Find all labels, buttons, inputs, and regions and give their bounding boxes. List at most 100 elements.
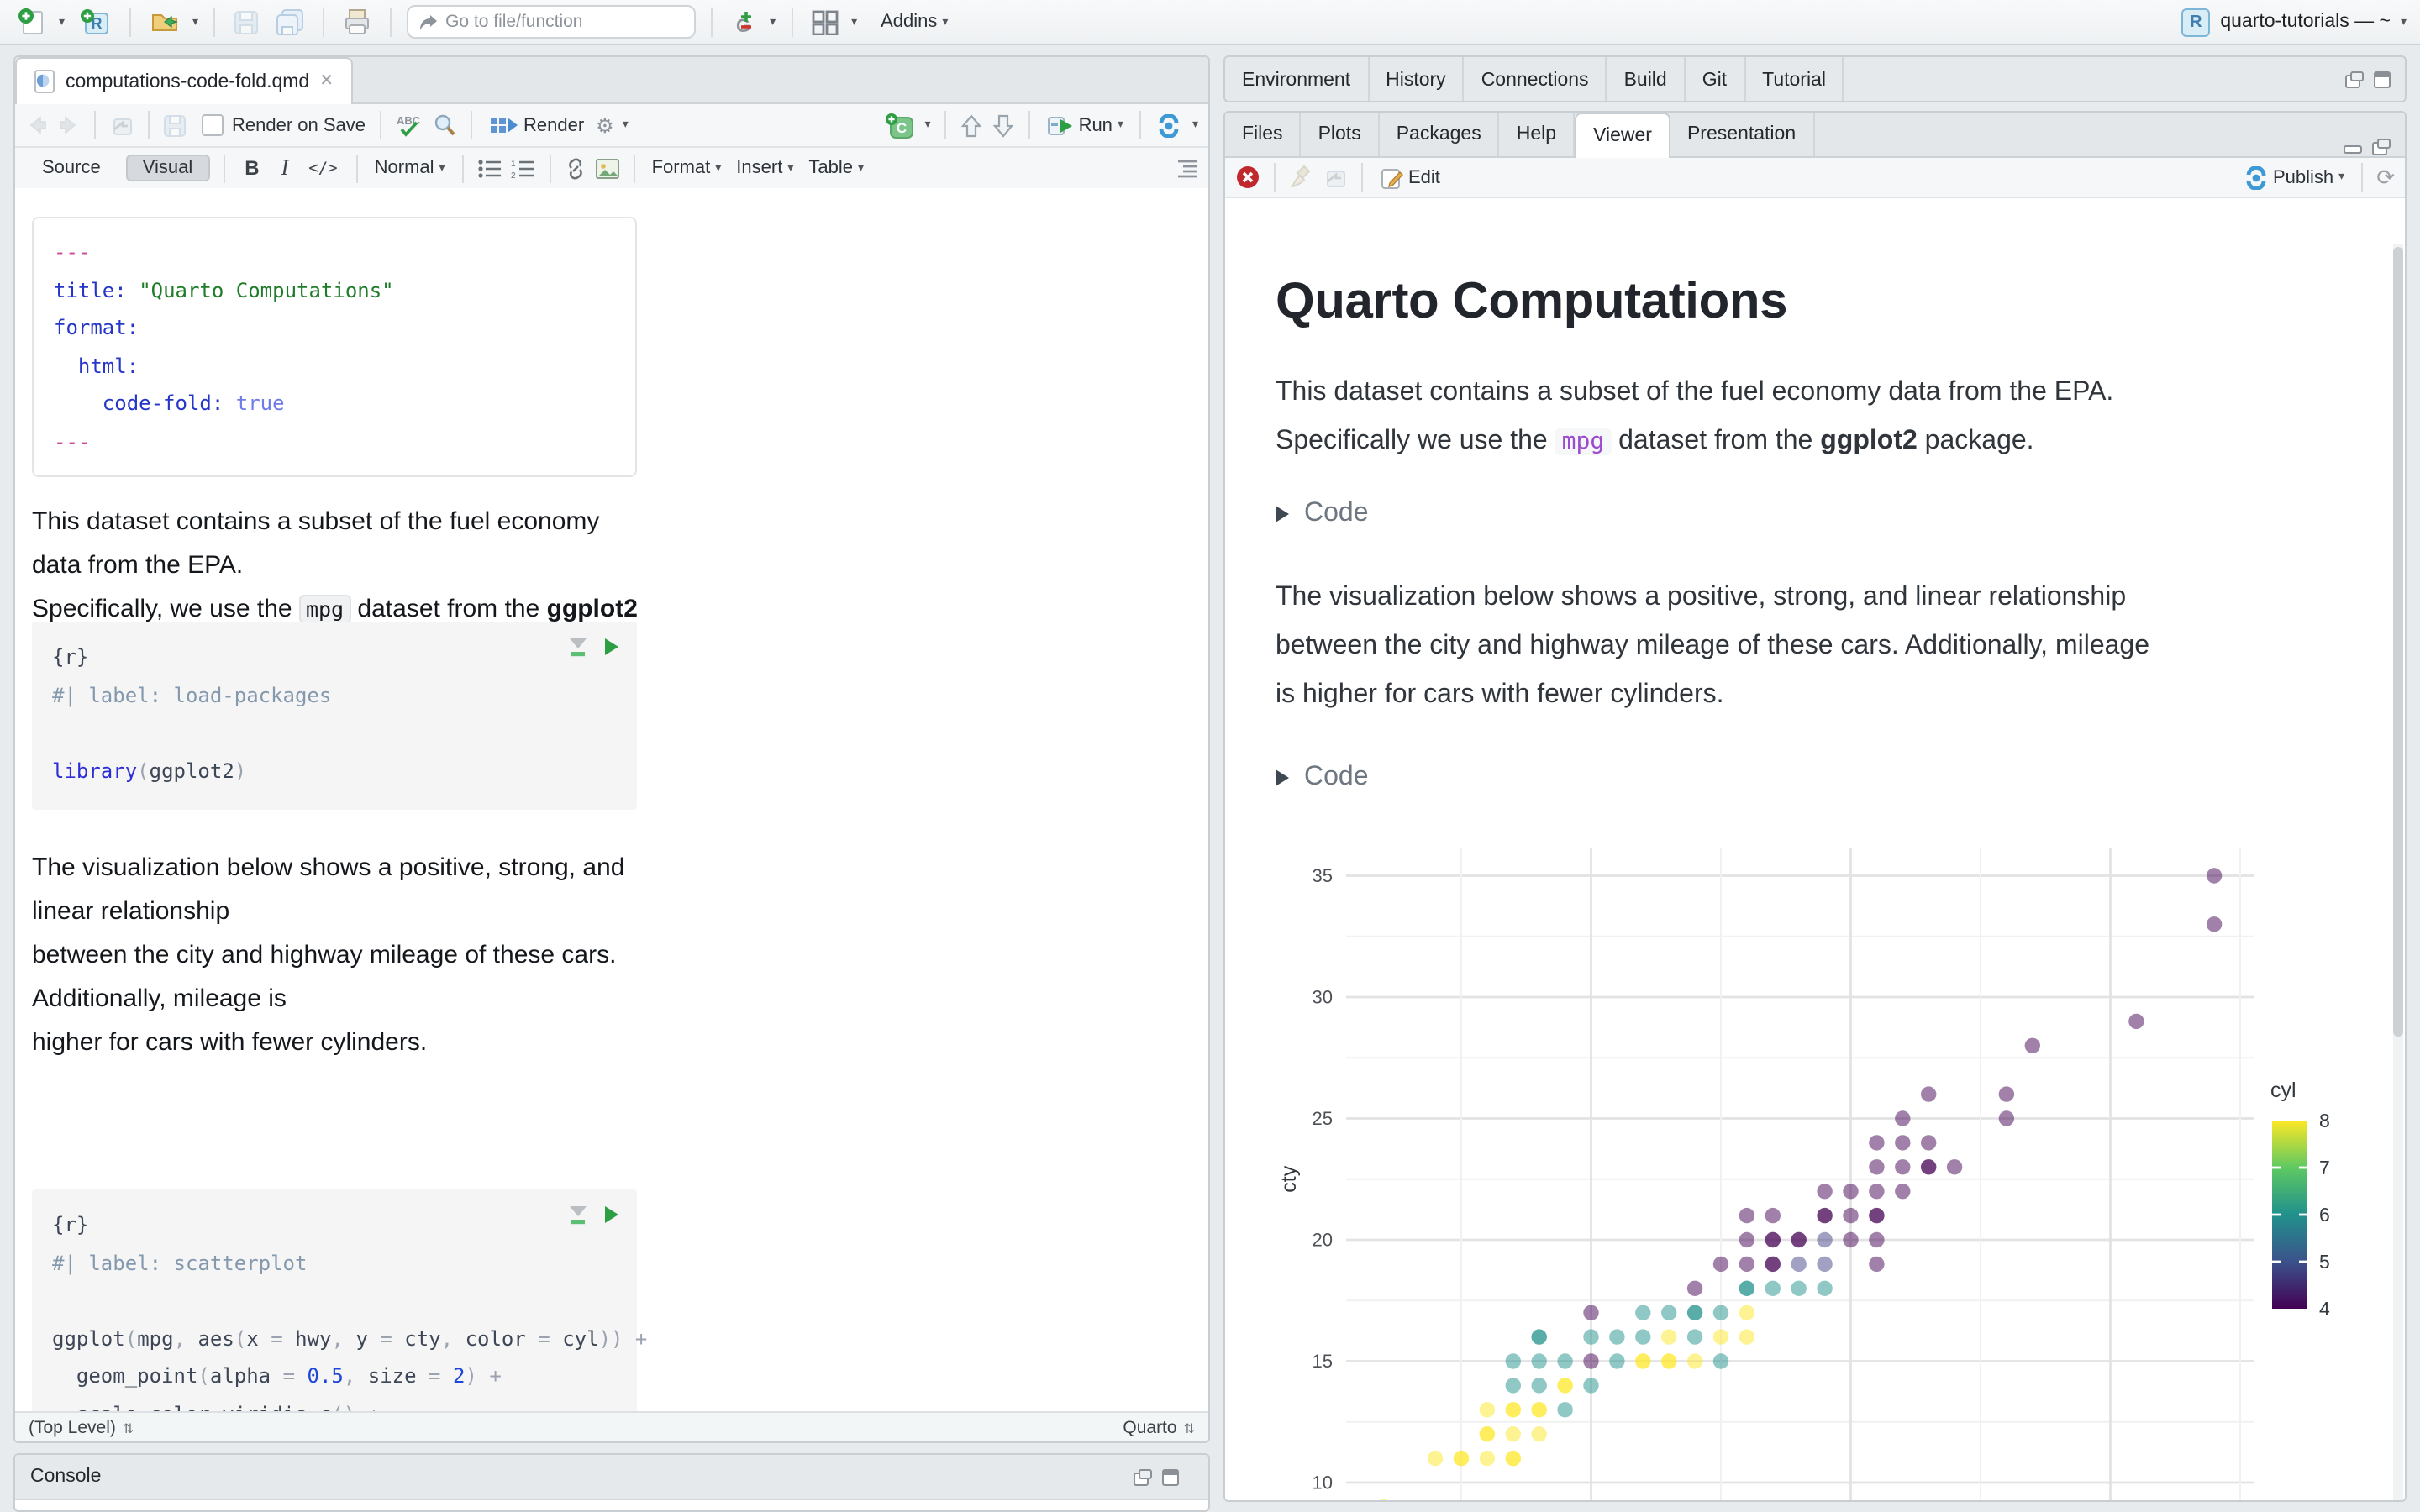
tab-visual-mode[interactable]: Visual: [125, 155, 210, 181]
data-point: [1739, 1231, 1755, 1248]
popout-icon[interactable]: [109, 113, 134, 137]
tab-connections[interactable]: Connections: [1465, 57, 1607, 101]
run-button[interactable]: Run ▾: [1044, 107, 1127, 144]
print-button[interactable]: [339, 3, 375, 40]
data-point: [1505, 1353, 1521, 1369]
run-chunks-above-icon[interactable]: [568, 637, 588, 657]
tab-build[interactable]: Build: [1607, 57, 1686, 101]
run-next-icon[interactable]: [992, 113, 1015, 137]
tab-history[interactable]: History: [1369, 57, 1465, 101]
paragraph-style-select[interactable]: Normal ▾: [371, 150, 449, 186]
forward-icon[interactable]: [57, 114, 81, 136]
format-menu[interactable]: Format ▾: [649, 150, 725, 186]
render-on-save-checkbox[interactable]: [202, 114, 224, 136]
run-previous-icon[interactable]: [960, 113, 983, 137]
numbered-list-icon[interactable]: 12: [511, 158, 536, 178]
tab-viewer[interactable]: Viewer: [1575, 113, 1670, 158]
save-all-button[interactable]: [272, 3, 308, 40]
outline-toggle-icon[interactable]: [1173, 158, 1198, 178]
spellcheck-icon[interactable]: ABC: [394, 113, 423, 138]
tab-presentation[interactable]: Presentation: [1670, 113, 1815, 156]
editor-tab[interactable]: computations-code-fold.qmd ✕: [15, 57, 352, 104]
popout-icon[interactable]: [1323, 165, 1348, 189]
console-title[interactable]: Console: [30, 1467, 101, 1487]
tab-source-mode[interactable]: Source: [25, 155, 118, 181]
chevron-down-icon[interactable]: ▾: [623, 119, 629, 131]
project-menu[interactable]: R quarto-tutorials — ~ ▾: [2181, 8, 2407, 36]
data-point: [1765, 1231, 1781, 1248]
code-chunk-load-packages[interactable]: {r} #| label: load-packages library(ggplot…: [32, 622, 637, 810]
close-icon[interactable]: ✕: [319, 72, 334, 91]
code-chunk-scatterplot[interactable]: {r} #| label: scatterplot ggplot(mpg, aes(…: [32, 1189, 647, 1411]
chevron-down-icon: ▾: [857, 162, 864, 174]
edit-label: Edit: [1408, 167, 1440, 187]
addins-button[interactable]: Addins ▾: [877, 3, 951, 40]
italic-button[interactable]: I: [275, 155, 296, 181]
insert-menu[interactable]: Insert ▾: [733, 150, 797, 186]
minimize-pane-icon[interactable]: [2343, 138, 2363, 156]
code-line: ---: [54, 429, 91, 453]
y-tick-label: 35: [1313, 865, 1333, 886]
back-icon[interactable]: [25, 114, 49, 136]
link-icon[interactable]: [565, 157, 587, 179]
divider: [711, 8, 713, 36]
table-menu[interactable]: Table ▾: [805, 150, 867, 186]
tab-packages[interactable]: Packages: [1380, 113, 1500, 156]
scope-selector[interactable]: (Top Level) ⇅: [29, 1417, 134, 1437]
scrollbar-thumb[interactable]: [2393, 247, 2403, 1037]
render-button[interactable]: Render: [485, 107, 587, 144]
workspace-panes-button[interactable]: [808, 3, 841, 40]
run-chunk-icon[interactable]: [603, 637, 620, 657]
filetype-selector[interactable]: Quarto ⇅: [1123, 1417, 1195, 1437]
image-icon[interactable]: [595, 157, 620, 179]
maximize-pane-icon[interactable]: [2373, 71, 2391, 89]
new-file-button[interactable]: [13, 3, 49, 40]
bullet-list-icon[interactable]: [477, 158, 502, 178]
tab-help[interactable]: Help: [1500, 113, 1576, 156]
new-project-button[interactable]: R: [75, 3, 113, 40]
run-chunk-icon[interactable]: [603, 1205, 620, 1225]
refresh-icon[interactable]: ⟳: [2376, 164, 2395, 191]
minimize-pane-icon[interactable]: [1133, 1467, 1153, 1486]
tab-environment[interactable]: Environment: [1225, 57, 1370, 101]
clear-viewer-icon[interactable]: [1235, 165, 1260, 190]
chevron-down-icon[interactable]: ▾: [59, 16, 65, 28]
chevron-down-icon[interactable]: ▾: [1192, 119, 1198, 131]
maximize-pane-icon[interactable]: [1161, 1467, 1180, 1486]
chevron-down-icon[interactable]: ▾: [770, 16, 776, 28]
tab-plots[interactable]: Plots: [1302, 113, 1380, 156]
data-point: [1505, 1450, 1521, 1467]
panes-layout-icon: [811, 9, 838, 34]
bold-button[interactable]: B: [238, 156, 266, 180]
tab-tutorial[interactable]: Tutorial: [1745, 57, 1844, 101]
yaml-metadata-block[interactable]: --- title: "Quarto Computations" format: h…: [32, 217, 637, 477]
chevron-down-icon[interactable]: ▾: [192, 16, 198, 28]
publish-icon[interactable]: [1155, 113, 1184, 137]
version-control-button[interactable]: G: [728, 3, 760, 40]
broom-icon[interactable]: [1289, 165, 1314, 190]
edit-button[interactable]: Edit: [1376, 159, 1444, 196]
goto-file-function-input[interactable]: Go to file/function: [407, 5, 697, 39]
run-label: Run: [1078, 115, 1113, 135]
code-format-button[interactable]: </>: [303, 159, 342, 177]
chevron-down-icon[interactable]: ▾: [851, 16, 857, 28]
chevron-down-icon[interactable]: ▾: [925, 119, 931, 131]
restore-pane-icon[interactable]: [2344, 71, 2365, 89]
save-icon[interactable]: [163, 113, 187, 137]
data-point: [1921, 1086, 1937, 1102]
editor-document[interactable]: --- title: "Quarto Computations" format: h…: [15, 188, 1208, 1411]
tab-files[interactable]: Files: [1225, 113, 1302, 156]
restore-pane-icon[interactable]: [2371, 138, 2391, 156]
search-icon[interactable]: [431, 113, 456, 138]
chevron-down-icon: ▾: [2338, 171, 2345, 183]
code-fold-toggle[interactable]: Code: [1276, 499, 1369, 529]
run-chunks-above-icon[interactable]: [568, 1205, 588, 1225]
save-button[interactable]: [230, 3, 262, 40]
insert-chunk-icon[interactable]: C: [885, 112, 917, 139]
tab-git[interactable]: Git: [1686, 57, 1746, 101]
paragraph[interactable]: The visualization below shows a positive…: [32, 847, 640, 1065]
gear-icon[interactable]: ⚙: [596, 113, 614, 137]
code-fold-toggle[interactable]: Code: [1276, 763, 1369, 793]
publish-button[interactable]: Publish ▾: [2238, 159, 2348, 196]
open-file-button[interactable]: [145, 3, 182, 40]
